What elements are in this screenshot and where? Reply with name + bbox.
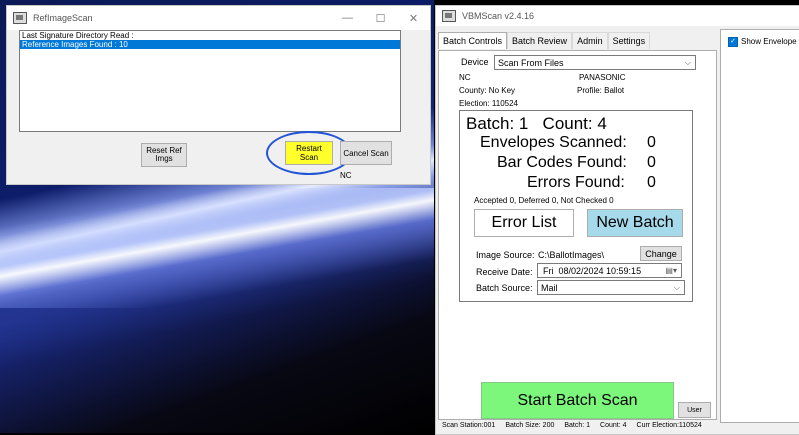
wallpaper-light-streak [0,188,434,308]
device-label: Device [461,57,489,67]
batch-source-value: Mail [541,282,558,293]
scanner-text: PANASONIC [579,73,626,82]
vbm-window-title: VBMScan v2.4.16 [462,11,535,21]
tab-batch-controls[interactable]: Batch Controls [438,32,508,49]
errors-value: 0 [647,174,656,191]
status-station: Scan Station:001 [442,421,496,429]
device-value: Scan From Files [498,57,564,68]
tab-admin[interactable]: Admin [572,32,608,49]
checkbox-checked-icon[interactable]: ✓ [728,37,738,47]
show-envelope-label: Show Envelope Ima [741,37,799,46]
error-list-button[interactable]: Error List [474,209,574,237]
image-source-label: Image Source: [476,250,535,260]
status-bar: Scan Station:001 Batch Size: 200 Batch: … [442,419,718,431]
status-batch: Batch: 1 [564,421,591,429]
chevron-down-icon: ⌵ [673,282,680,292]
state-label: NC [340,171,352,180]
reset-ref-imgs-button[interactable]: Reset Ref Imgs [141,143,187,167]
state-text: NC [459,73,471,82]
election-text: Election: 110524 [459,99,519,108]
maximize-icon[interactable]: ☐ [364,12,397,25]
start-batch-scan-button[interactable]: Start Batch Scan [481,382,674,419]
calendar-icon[interactable]: ▤▾ [665,266,677,275]
tab-settings[interactable]: Settings [607,32,651,49]
image-preview-panel [720,29,799,423]
barcodes-label: Bar Codes Found: [497,154,627,171]
receive-date-value: Fri 08/02/2024 10:59:15 [543,265,642,276]
cancel-scan-button[interactable]: Cancel Scan [340,141,392,165]
envelopes-value: 0 [647,134,656,151]
profile-text: Profile: Ballot [577,86,625,95]
device-select[interactable]: Scan From Files ⌵ [494,55,696,70]
status-count: Count: 4 [600,421,627,429]
restart-scan-button[interactable]: Restart Scan [285,141,333,165]
chevron-down-icon: ⌵ [684,57,691,67]
change-button[interactable]: Change [640,246,682,261]
vbm-titlebar: VBMScan v2.4.16 [436,6,799,26]
batch-count-line: Batch: 1 Count: 4 [466,114,607,133]
tab-batch-review[interactable]: Batch Review [507,32,573,49]
ref-titlebar: RefImageScan — ☐ ✕ [7,6,430,30]
batch-source-label: Batch Source: [476,283,533,293]
tab-strip: Batch Controls Batch Review Admin Settin… [438,32,651,49]
ref-list-box[interactable]: Last Signature Directory Read : Referenc… [19,30,401,132]
ref-window-title: RefImageScan [33,13,93,23]
status-election: Curr Election:110524 [636,421,702,429]
user-button[interactable]: User [678,402,711,418]
list-item[interactable]: Last Signature Directory Read : [20,31,400,40]
receive-date-label: Receive Date: [476,267,533,277]
minimize-icon[interactable]: — [331,12,364,25]
receive-date-picker[interactable]: Fri 08/02/2024 10:59:15 ▤▾ [537,263,682,278]
new-batch-button[interactable]: New Batch [587,209,683,237]
status-batch-size: Batch Size: 200 [505,421,555,429]
image-source-value: C:\BallotImages\ [538,250,605,260]
errors-label: Errors Found: [527,174,625,191]
window-controls: — ☐ ✕ [331,12,430,25]
accepted-line: Accepted 0, Deferred 0, Not Checked 0 [474,196,614,205]
app-icon [442,10,456,22]
batch-source-select[interactable]: Mail ⌵ [537,280,685,295]
envelopes-label: Envelopes Scanned: [480,134,627,151]
list-item-selected[interactable]: Reference Images Found : 10 [20,40,400,49]
barcodes-value: 0 [647,154,656,171]
county-text: County: No Key [459,86,516,95]
close-icon[interactable]: ✕ [397,12,430,25]
app-icon [13,12,27,24]
